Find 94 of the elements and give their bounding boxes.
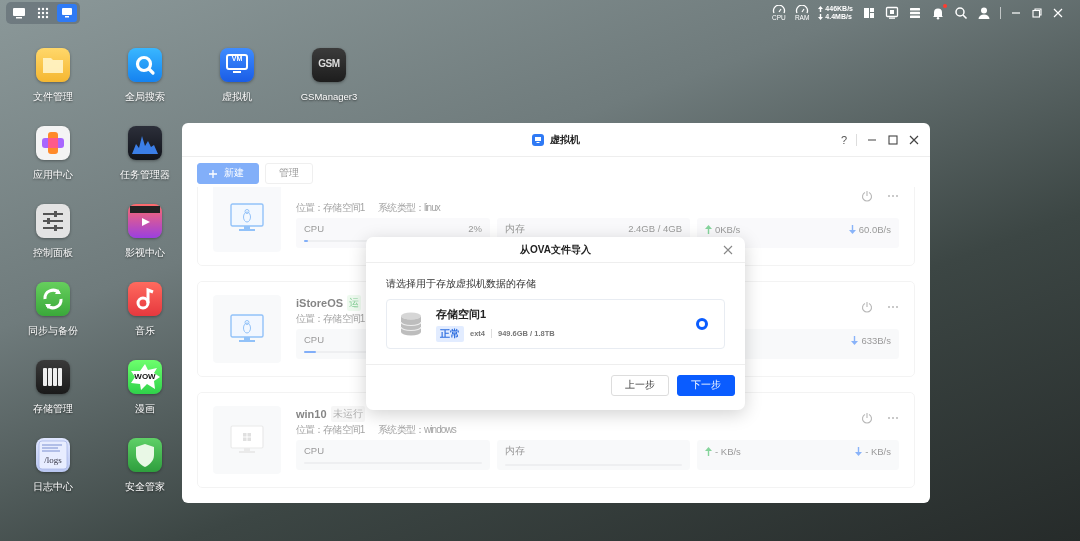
stat-label: CPU: [304, 223, 325, 234]
bell-button[interactable]: [931, 6, 945, 20]
monitor-button[interactable]: [57, 4, 77, 22]
list-button[interactable]: [908, 6, 922, 20]
maximize-button[interactable]: [887, 133, 899, 146]
sliders-icon[interactable]: [36, 204, 70, 238]
app-label[interactable]: 虚拟机: [222, 91, 252, 103]
clapperboard-icon[interactable]: [128, 204, 162, 238]
new-button[interactable]: 新建: [197, 163, 259, 184]
location-text: 位置：存储空间1: [296, 423, 365, 437]
location-text: 位置：存储空间1: [296, 201, 365, 215]
app-label[interactable]: 安全管家: [125, 481, 165, 493]
app-label[interactable]: 日志中心: [33, 481, 73, 493]
dialog-prompt: 请选择用于存放虚拟机数据的存储: [386, 278, 537, 291]
app-center-icon[interactable]: [36, 126, 70, 160]
user-button[interactable]: [977, 6, 991, 20]
search-button[interactable]: [954, 6, 968, 20]
close-icon: [1052, 7, 1064, 19]
app-label[interactable]: 控制面板: [33, 247, 73, 259]
app-label[interactable]: 应用中心: [33, 169, 73, 181]
stat-value: 2.4GB / 4GB: [628, 223, 682, 236]
grid-icon: [35, 5, 51, 21]
status-badge: 正常: [436, 325, 464, 342]
vm-name: iStoreOS: [296, 296, 344, 309]
download-speed: - KB/s: [865, 446, 891, 457]
window-title: 虚拟机: [550, 132, 580, 147]
os-type-text: 系统类型：windows: [378, 423, 456, 437]
app-label[interactable]: 存储管理: [33, 403, 73, 415]
music-note-icon[interactable]: [128, 282, 162, 316]
app-label[interactable]: 影视中心: [125, 247, 165, 259]
app-label[interactable]: 音乐: [135, 325, 155, 337]
down-arrow-icon: [818, 14, 824, 20]
maximize-icon: [887, 133, 899, 146]
status-badge: 运: [347, 294, 362, 311]
gauge-icon: [795, 5, 810, 14]
chart-icon[interactable]: [128, 126, 162, 160]
stat-label: CPU: [304, 445, 325, 456]
monitor-icon: [59, 5, 75, 21]
dialog-title: 从OVA文件导入: [520, 242, 591, 257]
monitor-button[interactable]: [885, 6, 899, 20]
stat-label: 内存: [505, 445, 525, 458]
plus-icon: [209, 169, 217, 178]
storage-name: 存储空间1: [436, 306, 488, 322]
monitor-penguin-icon: [230, 203, 264, 233]
vm-name: win10: [296, 407, 327, 420]
up-arrow-icon: [705, 447, 712, 456]
stat-label: 内存: [505, 223, 525, 236]
upload-speed: 0KB/s: [715, 224, 741, 235]
down-arrow-icon: [851, 336, 859, 345]
app-tile[interactable]: /logs: [36, 438, 70, 472]
sync-icon[interactable]: [36, 282, 70, 316]
desktop-icon: [11, 5, 27, 21]
download-speed: 633B/s: [861, 335, 891, 346]
icon-text: WOW: [133, 372, 157, 381]
shield-icon[interactable]: [128, 438, 162, 472]
radio-button[interactable]: [696, 318, 708, 330]
manage-button[interactable]: 管理: [265, 163, 313, 184]
monitor-penguin-icon: [230, 314, 264, 344]
restore-icon: [1031, 7, 1043, 19]
app-label[interactable]: 漫画: [135, 403, 155, 415]
app-label[interactable]: 全局搜索: [125, 91, 165, 103]
help-button[interactable]: ?: [840, 133, 847, 146]
close-button[interactable]: [908, 133, 920, 146]
stat-label: CPU: [304, 334, 325, 345]
app-label[interactable]: 同步与备份: [28, 325, 78, 337]
up-arrow-icon: [705, 225, 712, 234]
close-icon: [908, 133, 920, 146]
status-badge: 未运行: [330, 405, 365, 422]
download-speed: 60.0B/s: [858, 224, 891, 235]
app-label[interactable]: GSManager3: [300, 91, 358, 103]
monitor-windows-icon: [230, 425, 264, 455]
next-button[interactable]: 下一步: [677, 375, 735, 396]
icon-text: GSM: [317, 58, 341, 69]
up-arrow-icon: [818, 6, 824, 12]
restore-button[interactable]: [1031, 7, 1043, 19]
icon-text: /logs: [43, 455, 63, 465]
search-icon[interactable]: [128, 48, 162, 82]
app-tile[interactable]: WOW: [128, 360, 162, 394]
stat-value: 2%: [468, 223, 482, 234]
down-arrow-icon: [855, 447, 863, 456]
back-button[interactable]: 上一步: [611, 375, 669, 396]
upload-speed: - KB/s: [715, 446, 741, 457]
app-label[interactable]: 任务管理器: [120, 169, 170, 181]
server-drives-icon[interactable]: [36, 360, 70, 394]
log-file-icon: [36, 438, 70, 472]
app-label[interactable]: 文件管理: [33, 91, 73, 103]
location-text: 位置：存储空间1: [296, 312, 365, 326]
app-tile[interactable]: GSM: [312, 48, 346, 82]
down-arrow-icon: [848, 225, 856, 234]
layout-button[interactable]: [862, 6, 876, 20]
os-type-text: 系统类型：linux: [378, 201, 440, 215]
gauge-icon: [771, 5, 786, 14]
database-icon: [400, 312, 422, 336]
folder-icon[interactable]: [36, 48, 70, 82]
